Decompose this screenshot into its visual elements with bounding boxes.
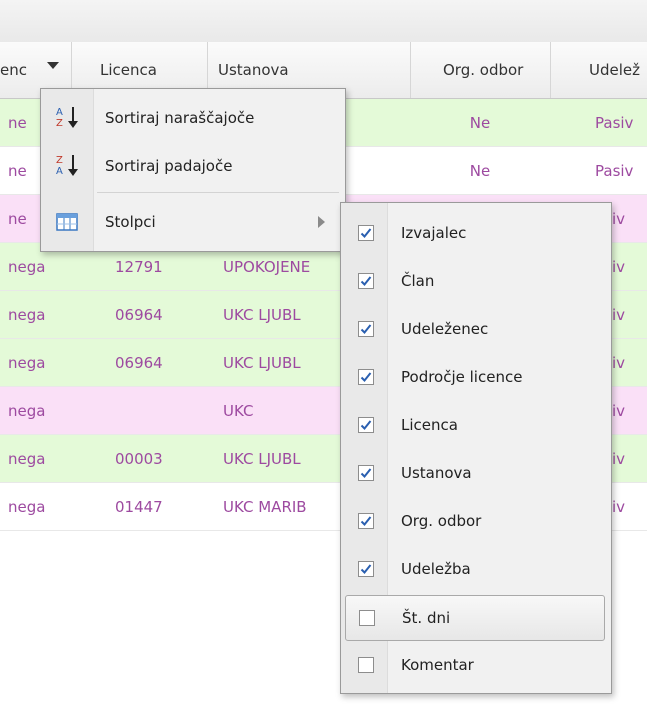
menu-item-label: Sortiraj padajoče [105, 157, 233, 175]
table-cell: Ne [469, 162, 491, 180]
checkbox-checked-icon[interactable] [358, 321, 374, 337]
menu-separator [97, 192, 339, 193]
chevron-down-icon[interactable] [47, 62, 59, 69]
table-cell: Pasiv [595, 162, 634, 180]
table-cell: Pasiv [595, 114, 634, 132]
column-header-label: Licenca [100, 61, 157, 79]
column-context-menu: A Z Sortiraj naraščajoče Z A Sortiraj pa… [40, 88, 346, 252]
column-toggle-label: Komentar [401, 656, 474, 674]
svg-text:A: A [56, 107, 63, 118]
column-toggle-item[interactable]: Izvajalec [341, 209, 611, 257]
checkbox-checked-icon[interactable] [358, 513, 374, 529]
table-cell: 06964 [115, 354, 163, 372]
svg-text:A: A [56, 166, 63, 177]
table-cell: nega [8, 402, 46, 420]
checkbox-checked-icon[interactable] [358, 225, 374, 241]
table-cell: nega [8, 498, 46, 516]
column-toggle-item[interactable]: Org. odbor [341, 497, 611, 545]
submenu-arrow-icon [318, 216, 325, 228]
column-toggle-label: Član [401, 272, 435, 290]
checkbox-checked-icon[interactable] [358, 369, 374, 385]
table-cell: 00003 [115, 450, 163, 468]
table-cell: 01447 [115, 498, 163, 516]
menu-item-label: Sortiraj naraščajoče [105, 109, 255, 127]
column-header-label: Udelež [589, 61, 640, 79]
column-toggle-item[interactable]: Št. dni [345, 595, 605, 641]
column-toggle-label: Licenca [401, 416, 458, 434]
table-cell: nega [8, 354, 46, 372]
svg-text:Z: Z [56, 118, 63, 129]
table-cell: nega [8, 306, 46, 324]
sort-ascending-icon: A Z [53, 95, 85, 141]
column-toggle-label: Področje licence [401, 368, 523, 386]
menu-item-sort-ascending[interactable]: A Z Sortiraj naraščajoče [41, 95, 345, 141]
checkbox-unchecked-icon[interactable] [359, 610, 375, 626]
column-toggle-item[interactable]: Član [341, 257, 611, 305]
checkbox-checked-icon[interactable] [358, 465, 374, 481]
columns-submenu: Izvajalec Član Udeleženec Področje licence L… [340, 202, 612, 694]
column-header-udelezba[interactable]: Udelež [551, 42, 647, 98]
checkbox-checked-icon[interactable] [358, 561, 374, 577]
table-cell: Ne [469, 114, 491, 132]
checkbox-checked-icon[interactable] [358, 273, 374, 289]
checkbox-checked-icon[interactable] [358, 417, 374, 433]
column-toggle-label: Udeležba [401, 560, 471, 578]
table-cell [115, 387, 200, 435]
column-header-org-odbor[interactable]: Org. odbor [411, 42, 551, 98]
menu-item-sort-descending[interactable]: Z A Sortiraj padajoče [41, 143, 345, 189]
column-toggle-label: Udeleženec [401, 320, 489, 338]
column-toggle-label: Št. dni [402, 609, 451, 627]
column-header-label: enc [0, 61, 27, 79]
column-header-label: Org. odbor [443, 61, 524, 79]
toolbar [0, 0, 647, 43]
column-header-label: Ustanova [218, 61, 289, 79]
sort-descending-icon: Z A [53, 143, 85, 189]
column-toggle-item[interactable]: Udeležba [341, 545, 611, 593]
table-cell: 06964 [115, 306, 163, 324]
column-toggle-item[interactable]: Ustanova [341, 449, 611, 497]
column-toggle-item[interactable]: Komentar [341, 641, 611, 689]
menu-item-label: Stolpci [105, 213, 156, 231]
menu-item-columns[interactable]: Stolpci [41, 199, 345, 245]
column-toggle-item[interactable]: Področje licence [341, 353, 611, 401]
columns-icon [53, 199, 85, 245]
column-toggle-item[interactable]: Licenca [341, 401, 611, 449]
checkbox-unchecked-icon[interactable] [358, 657, 374, 673]
column-toggle-item[interactable]: Udeleženec [341, 305, 611, 353]
svg-text:Z: Z [56, 155, 63, 166]
table-cell: nega [8, 450, 46, 468]
column-toggle-label: Ustanova [401, 464, 472, 482]
column-toggle-label: Org. odbor [401, 512, 482, 530]
column-toggle-label: Izvajalec [401, 224, 467, 242]
